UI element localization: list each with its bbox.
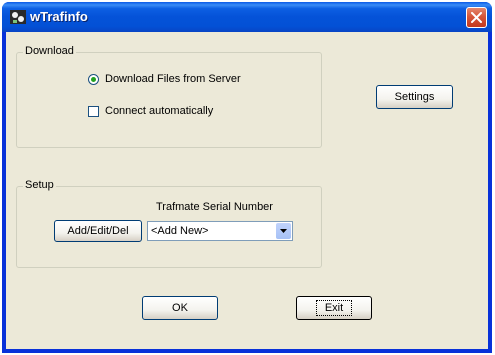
settings-button-label: Settings bbox=[394, 91, 435, 103]
app-window: wTrafinfo Download Download Files from S… bbox=[2, 2, 492, 353]
download-files-radio-label: Download Files from Server bbox=[105, 73, 241, 85]
exit-button-label: Exit bbox=[315, 300, 353, 316]
close-icon bbox=[471, 12, 482, 23]
close-button[interactable] bbox=[466, 7, 487, 28]
ok-button-label: OK bbox=[172, 302, 188, 314]
download-files-radio[interactable] bbox=[88, 73, 99, 85]
combo-arrow-button[interactable] bbox=[276, 223, 291, 239]
exit-button[interactable]: Exit bbox=[296, 296, 372, 320]
connect-automatically-checkbox[interactable] bbox=[88, 105, 99, 117]
add-edit-del-button[interactable]: Add/Edit/Del bbox=[54, 220, 142, 242]
add-edit-del-label: Add/Edit/Del bbox=[67, 225, 129, 237]
connect-automatically-label: Connect automatically bbox=[105, 105, 214, 117]
download-group: Download Download Files from Server Conn… bbox=[16, 45, 322, 148]
connect-automatically-row[interactable]: Connect automatically bbox=[88, 105, 213, 117]
setup-group-label: Setup bbox=[23, 179, 56, 191]
window-title: wTrafinfo bbox=[30, 9, 88, 24]
serial-number-combo-value: <Add New> bbox=[151, 225, 209, 237]
app-icon bbox=[9, 8, 27, 26]
settings-button[interactable]: Settings bbox=[376, 85, 453, 109]
serial-number-label: Trafmate Serial Number bbox=[156, 201, 273, 213]
setup-group: Setup Trafmate Serial Number Add/Edit/De… bbox=[16, 179, 322, 268]
chevron-down-icon bbox=[280, 229, 287, 233]
download-files-radio-row[interactable]: Download Files from Server bbox=[88, 73, 241, 85]
ok-button[interactable]: OK bbox=[142, 296, 218, 320]
title-bar[interactable]: wTrafinfo bbox=[2, 2, 492, 32]
radio-dot-icon bbox=[91, 76, 96, 82]
dialog-client-area: Download Download Files from Server Conn… bbox=[6, 32, 488, 349]
serial-number-combo[interactable]: <Add New> bbox=[147, 221, 293, 241]
download-group-label: Download bbox=[23, 45, 76, 57]
